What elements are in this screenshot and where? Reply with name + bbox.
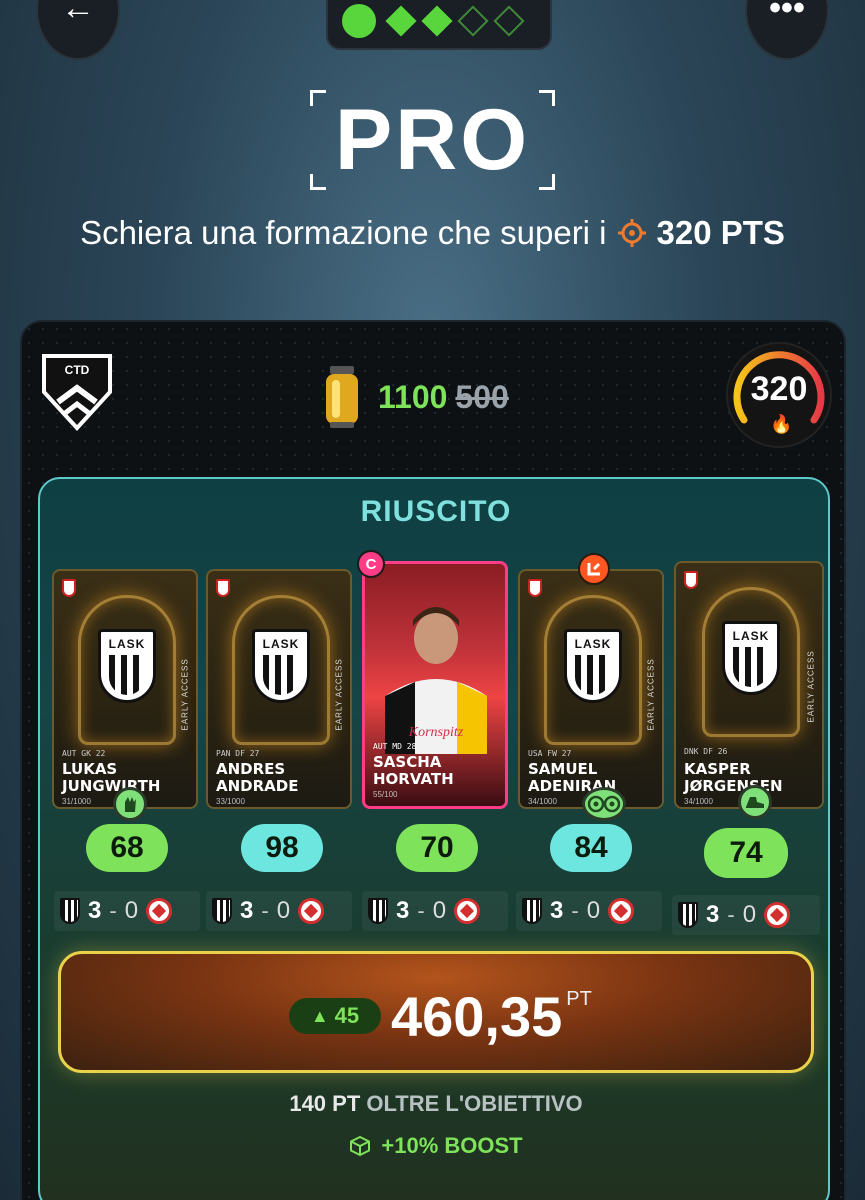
reward-new-amount: 1100 [378,378,448,415]
home-crest-icon [60,898,80,924]
reward: 1100 500 [318,362,509,432]
player-meta: AUT MD 28 [373,742,417,751]
over-target: 140 PT OLTRE L'OBIETTIVO [289,1091,583,1116]
card-serial: 34/1000 [684,797,713,806]
more-dots-icon: ••• [769,0,805,27]
home-crest-icon [212,898,232,924]
lineup-position-icon [578,553,610,585]
score-delta: ▲ 45 [289,998,381,1034]
target-points: 320 PTS [656,214,785,251]
player-photo: Kornspitz [385,607,487,754]
player-card-captain[interactable]: C Kornspitz AUT MD 28 SASCHA HORVATH 55/… [357,550,508,809]
home-crest-icon [368,898,388,924]
progress-current-dot [342,4,376,38]
match-result[interactable]: 3 - 0 [54,891,200,931]
arrow-up-icon: ▲ [310,1005,329,1026]
match-result[interactable]: 3 - 0 [516,891,662,931]
player-meta: PAN DF 27 [216,749,260,758]
gauge-value: 320 [750,370,808,408]
ctd-badge-icon: CTD [42,354,112,431]
card-serial: 34/1000 [528,797,557,806]
player-meta: AUT GK 22 [62,749,106,758]
captain-badge: C [357,550,385,578]
fire-icon: 🔥 [770,414,793,434]
player-score: 68 [86,824,168,872]
back-button[interactable]: ← [36,0,120,60]
player-name: ANDRES ANDRADE [216,760,299,795]
player-card[interactable]: LASK EARLY ACCESS DNK DF 26 KASPER JØRGE… [674,561,824,809]
svg-text:CTD: CTD [65,363,90,377]
home-crest-icon [678,902,698,928]
player-card[interactable]: LASK EARLY ACCESS PAN DF 27 ANDRES ANDRA… [206,569,352,809]
player-score: 84 [550,824,632,872]
subtitle-text: Schiera una formazione che superi i [80,214,607,251]
progress-step-icon [421,5,453,37]
player-meta: DNK DF 26 [684,747,728,756]
progress-step-icon [385,5,417,37]
back-arrow-icon: ← [61,0,95,27]
status-title: RIUSCITO [360,495,512,528]
reward-old-amount: 500 [455,378,509,415]
away-crest-icon [146,898,173,924]
boot-icon [738,785,772,819]
player-cards: LASK EARLY ACCESS AUT GK 22 LUKAS JUNGWI… [48,550,828,821]
match-result[interactable]: 3 - 0 [206,891,352,931]
away-crest-icon [454,898,481,924]
lineup-panel: CTD 1100 500 320 🔥 RIUSCITO LASK EARLY A… [20,320,846,1200]
tier-title-frame: PRO [310,90,555,190]
match-results: 3 - 0 3 - 0 3 - 0 3 - 0 3 - 0 [40,891,828,937]
card-serial: 33/1000 [216,797,245,806]
double-ball-icon [582,787,626,821]
player-card[interactable]: LASK EARLY ACCESS USA FW 27 SAMUEL ADENI… [518,553,664,809]
goalkeeper-glove-icon [113,787,147,821]
away-crest-icon [298,898,325,924]
success-section: RIUSCITO LASK EARLY ACCESS AUT GK 22 LUK… [38,477,830,1200]
score-gauge: 320 🔥 [726,342,832,448]
svg-text:Kornspitz: Kornspitz [408,725,464,740]
match-result[interactable]: 3 - 0 [362,891,508,931]
player-name: LUKAS JUNGWIRTH [62,760,161,795]
progress-indicator [326,0,552,50]
boost-info: +10% BOOST [40,1133,828,1159]
card-serial: 55/100 [373,790,398,799]
target-icon [617,219,646,247]
club-crest-icon: LASK [252,629,310,703]
club-crest-icon: LASK [98,629,156,703]
match-result[interactable]: 3 - 0 [672,895,820,935]
total-score-box: ▲ 45 460,35 PT [58,951,814,1073]
tier-title: PRO [334,91,531,188]
more-button[interactable]: ••• [745,0,829,60]
player-card[interactable]: LASK EARLY ACCESS AUT GK 22 LUKAS JUNGWI… [52,569,198,809]
club-crest-icon: LASK [722,621,780,695]
player-name: SASCHA HORVATH [373,753,454,788]
player-scores: 68 98 70 84 74 [40,824,828,884]
player-score: 74 [704,828,788,878]
away-crest-icon [608,898,635,924]
home-crest-icon [522,898,542,924]
card-serial: 31/1000 [62,797,91,806]
club-crest-icon: LASK [564,629,622,703]
away-crest-icon [764,902,791,928]
player-score: 70 [396,824,478,872]
player-score: 98 [241,824,323,872]
player-meta: USA FW 27 [528,749,572,758]
essence-jar-icon [326,366,358,428]
progress-step-icon [457,5,489,37]
total-score: 460,35 PT [391,985,592,1048]
tier-subtitle: Schiera una formazione che superi i 320 … [0,214,865,252]
boost-cube-icon [350,1135,371,1157]
progress-step-icon [493,5,525,37]
